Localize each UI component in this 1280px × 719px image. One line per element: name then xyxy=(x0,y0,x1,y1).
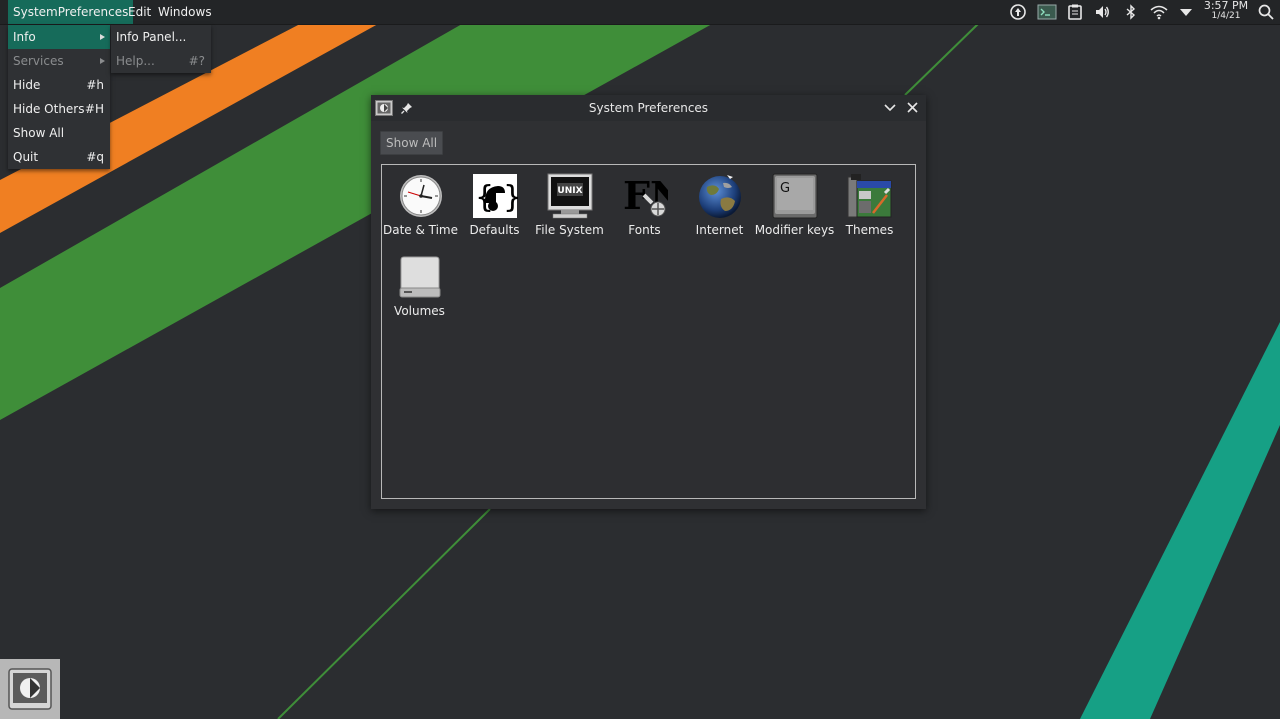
menu-item-hide[interactable]: Hide #h xyxy=(8,73,110,97)
upload-icon[interactable] xyxy=(1010,4,1026,20)
unix-badge-text: UNIX xyxy=(557,186,582,196)
menu-edit[interactable]: Edit xyxy=(123,0,156,24)
pref-modifier-keys[interactable]: G Modifier keys xyxy=(755,167,834,239)
close-icon[interactable] xyxy=(907,102,918,113)
minimize-chevron-icon[interactable] xyxy=(884,103,896,113)
menu-item-services[interactable]: Services xyxy=(8,49,110,73)
app-menu-dropdown: Info Services Hide #h Hide Others #H Sho… xyxy=(8,25,110,169)
key-icon: G xyxy=(772,173,818,219)
pref-label: Themes xyxy=(845,223,894,237)
fonts-icon: FN xyxy=(623,173,668,218)
menu-item-help[interactable]: Help... #? xyxy=(111,49,211,73)
pref-internet[interactable]: Internet xyxy=(682,167,757,239)
menu-item-label: Show All xyxy=(13,126,65,140)
menu-item-label: Info Panel... xyxy=(116,30,187,44)
terminal-icon[interactable] xyxy=(1037,4,1057,20)
submenu-arrow-icon xyxy=(100,34,105,40)
clipboard-icon[interactable] xyxy=(1067,4,1083,20)
bluetooth-icon[interactable] xyxy=(1123,4,1139,20)
show-all-button[interactable]: Show All xyxy=(380,131,444,155)
menu-item-shortcut: #q xyxy=(86,150,104,164)
menu-item-shortcut: #H xyxy=(84,102,104,116)
pref-defaults[interactable]: { } Defaults xyxy=(457,167,532,239)
pref-fonts[interactable]: FN Fonts xyxy=(607,167,682,239)
menu-item-label: Hide xyxy=(13,78,41,92)
menu-item-label: Hide Others xyxy=(13,102,85,116)
dropdown-arrow-icon[interactable] xyxy=(1178,4,1194,20)
dock-app-icon[interactable] xyxy=(0,659,60,719)
menu-item-shortcut: #h xyxy=(86,78,104,92)
app-window-icon[interactable] xyxy=(375,100,393,116)
system-preferences-window: System Preferences Show All Date & Time … xyxy=(371,95,926,509)
clock[interactable]: 3:57 PM 1/4/21 xyxy=(1200,0,1252,21)
volume-icon[interactable] xyxy=(1094,4,1110,20)
globe-icon xyxy=(699,175,741,218)
pref-label: Volumes xyxy=(394,304,445,318)
search-icon[interactable] xyxy=(1258,4,1274,20)
pref-label: File System xyxy=(535,223,604,237)
pref-label: Modifier keys xyxy=(754,223,835,237)
system-preferences-dock-icon xyxy=(8,668,52,710)
menu-item-hide-others[interactable]: Hide Others #H xyxy=(8,97,110,121)
svg-text:}: } xyxy=(503,180,518,215)
menu-item-label: Help... xyxy=(116,54,155,68)
pref-label: Fonts xyxy=(628,223,661,237)
top-menu-bar: SystemPreferences Edit Windows 3:57 PM 1… xyxy=(0,0,1280,25)
clock-time: 3:57 PM xyxy=(1203,0,1249,12)
clock-icon xyxy=(400,175,442,217)
info-submenu: Info Panel... Help... #? xyxy=(111,25,211,73)
pref-file-system[interactable]: UNIX File System xyxy=(532,167,607,239)
pref-label: Internet xyxy=(695,223,744,237)
defaults-icon: { } xyxy=(473,174,518,218)
pref-date-time[interactable]: Date & Time xyxy=(383,167,458,239)
pin-icon[interactable] xyxy=(401,102,413,114)
unix-monitor-icon: UNIX xyxy=(547,173,593,219)
menu-item-show-all[interactable]: Show All xyxy=(8,121,110,145)
menu-item-info-panel[interactable]: Info Panel... xyxy=(111,25,211,49)
pref-themes[interactable]: Themes xyxy=(832,167,907,239)
themes-icon xyxy=(847,174,892,218)
menu-item-label: Services xyxy=(13,54,64,68)
preferences-icon-pane: Date & Time { } Defaults UNIX File xyxy=(381,164,916,499)
menu-item-shortcut: #? xyxy=(188,54,205,68)
drive-icon xyxy=(399,256,441,298)
key-letter: G xyxy=(780,181,790,196)
window-titlebar[interactable]: System Preferences xyxy=(371,95,926,121)
menu-item-quit[interactable]: Quit #q xyxy=(8,145,110,169)
wifi-icon[interactable] xyxy=(1149,4,1169,20)
window-title: System Preferences xyxy=(588,101,709,115)
menu-systempreferences[interactable]: SystemPreferences xyxy=(8,0,134,24)
clock-date: 1/4/21 xyxy=(1211,11,1241,21)
menu-item-label: Info xyxy=(13,30,36,44)
menu-item-info[interactable]: Info xyxy=(8,25,110,49)
submenu-arrow-icon xyxy=(100,58,105,64)
pref-label: Defaults xyxy=(469,223,520,237)
menu-windows[interactable]: Windows xyxy=(153,0,217,24)
menu-item-label: Quit xyxy=(13,150,39,164)
pref-volumes[interactable]: Volumes xyxy=(382,248,457,320)
